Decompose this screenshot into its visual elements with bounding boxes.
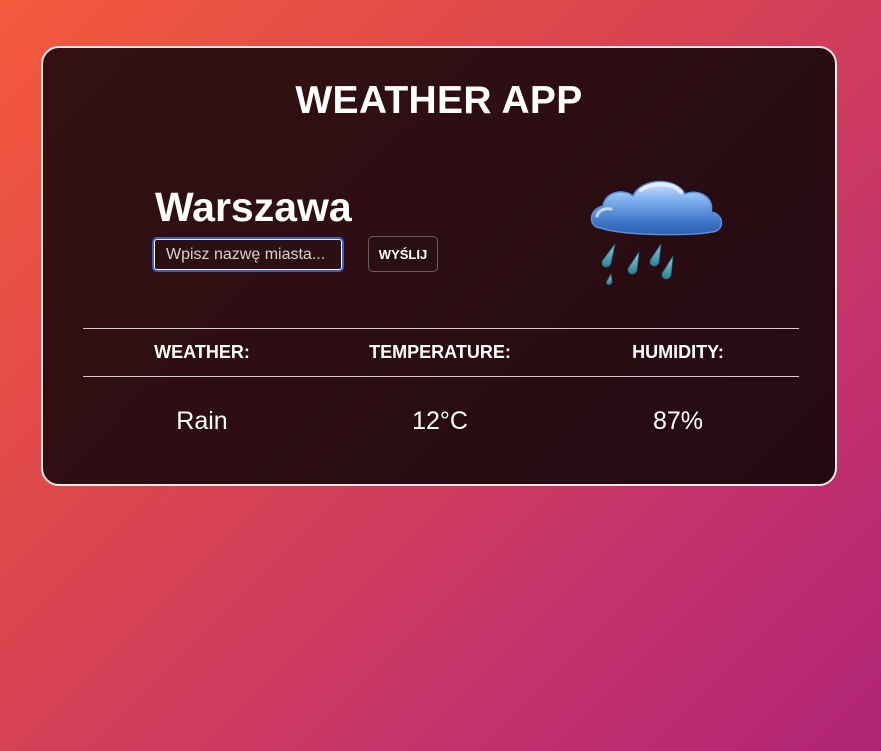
divider-bottom [83, 376, 799, 377]
temperature-value: 12°C [412, 407, 468, 435]
humidity-value: 87% [652, 407, 704, 435]
weather-header: WEATHER: [154, 342, 250, 362]
rain-drops [601, 243, 674, 285]
temperature-header: TEMPERATURE: [369, 342, 511, 362]
humidity-header: HUMIDITY: [632, 342, 724, 362]
submit-button[interactable]: WYŚLIJ [368, 236, 438, 272]
cloud-shape [590, 180, 723, 236]
city-search-input[interactable] [152, 237, 344, 272]
divider-top [83, 328, 799, 329]
weather-value: Rain [176, 407, 228, 435]
cloud-with-rain-icon [590, 180, 723, 285]
weather-card: WEATHER APP Warszawa WYŚLIJ [41, 46, 837, 486]
city-name: Warszawa [155, 184, 352, 230]
app-title: WEATHER APP [295, 79, 583, 122]
